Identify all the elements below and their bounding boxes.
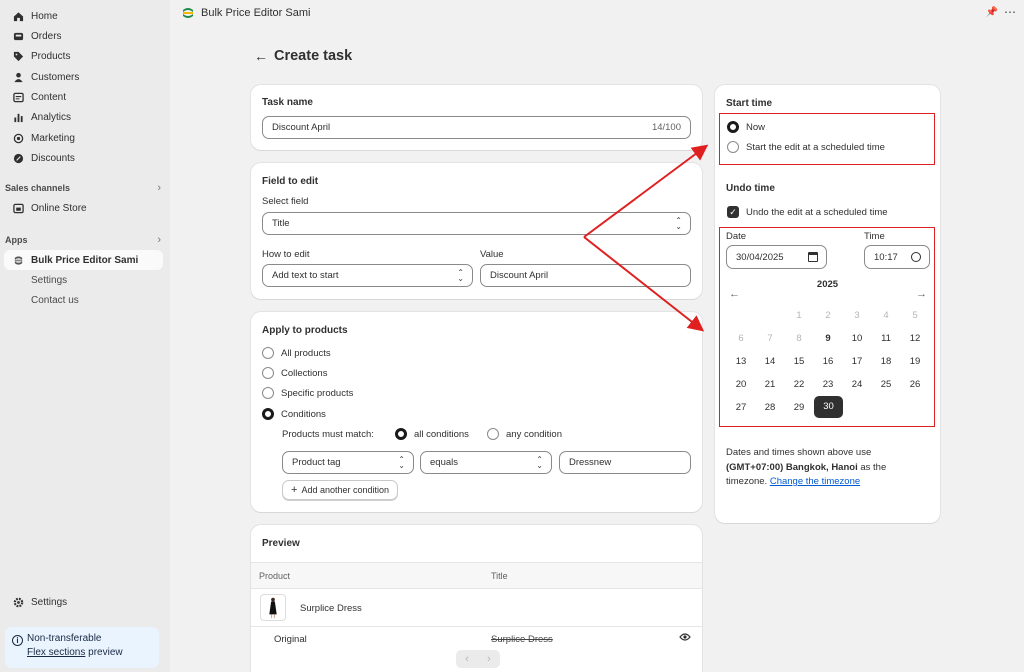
- chevron-right-icon: ›: [157, 182, 161, 194]
- app-logo-icon: [13, 255, 24, 266]
- sidebar-item-label: Settings: [31, 274, 68, 286]
- annotation-arrows: [583, 144, 709, 332]
- arrow-to-start-time: [583, 144, 709, 238]
- flex-sections-link[interactable]: Flex sections: [27, 647, 85, 658]
- sidebar-item-app[interactable]: Bulk Price Editor Sami: [4, 250, 163, 270]
- app-title: Bulk Price Editor Sami: [201, 7, 311, 19]
- apps-heading[interactable]: Apps ›: [5, 234, 161, 246]
- orders-icon: [13, 31, 24, 42]
- content-icon: [13, 92, 24, 103]
- sidebar-item-label: Products: [31, 50, 71, 62]
- chevron-right-icon: ›: [157, 234, 161, 246]
- target-icon: [13, 133, 24, 144]
- sidebar-item-label: Home: [31, 10, 58, 22]
- non-transferable-notice: i Non-transferable Flex sections preview: [5, 627, 159, 668]
- sidebar-item-settings[interactable]: Settings: [4, 592, 163, 612]
- notice-suffix: preview: [85, 647, 123, 658]
- sidebar-item-products[interactable]: Products: [4, 46, 163, 66]
- tag-icon: [13, 51, 24, 62]
- more-options-icon[interactable]: ⋯: [1004, 5, 1016, 19]
- section-label: Apps: [5, 235, 28, 245]
- home-icon: [13, 11, 24, 22]
- sidebar: Home Orders Products Customers Content A…: [0, 0, 170, 672]
- sidebar-item-label: Online Store: [31, 202, 87, 214]
- sidebar-item-label: Customers: [31, 71, 80, 83]
- notice-body: Flex sections preview: [27, 647, 151, 658]
- app-logo-icon: [183, 8, 193, 18]
- gear-icon: [13, 597, 24, 608]
- sidebar-item-label: Settings: [31, 596, 68, 608]
- sidebar-item-label: Discounts: [31, 152, 75, 164]
- sidebar-item-online-store[interactable]: Online Store: [4, 198, 163, 218]
- discount-icon: [13, 153, 24, 164]
- sidebar-item-label: Bulk Price Editor Sami: [31, 254, 139, 266]
- section-label: Sales channels: [5, 183, 71, 193]
- sidebar-item-label: Analytics: [31, 111, 72, 123]
- app-topbar: Bulk Price Editor Sami: [170, 0, 1024, 26]
- sidebar-item-home[interactable]: Home: [4, 6, 163, 26]
- pin-icon[interactable]: 📌: [986, 7, 998, 18]
- main-content: ← Create task Task name Discount April 1…: [170, 26, 1024, 672]
- sidebar-item-label: Contact us: [31, 294, 79, 306]
- sidebar-item-label: Orders: [31, 30, 62, 42]
- sidebar-item-orders[interactable]: Orders: [4, 26, 163, 46]
- sidebar-item-label: Marketing: [31, 132, 75, 144]
- sales-channels-heading[interactable]: Sales channels ›: [5, 182, 161, 194]
- store-icon: [13, 203, 24, 214]
- bar-chart-icon: [13, 112, 24, 123]
- person-icon: [13, 72, 24, 83]
- notice-title: Non-transferable: [27, 633, 102, 644]
- sidebar-item-label: Content: [31, 91, 67, 103]
- sidebar-item-discounts[interactable]: Discounts: [4, 148, 163, 168]
- sidebar-item-content[interactable]: Content: [4, 87, 163, 107]
- sidebar-item-customers[interactable]: Customers: [4, 67, 163, 87]
- info-icon: i: [12, 635, 23, 646]
- arrow-to-undo-date: [583, 236, 705, 332]
- sidebar-item-analytics[interactable]: Analytics: [4, 107, 163, 127]
- sidebar-item-app-settings[interactable]: Settings: [4, 270, 163, 290]
- sidebar-item-marketing[interactable]: Marketing: [4, 128, 163, 148]
- sidebar-item-contact-us[interactable]: Contact us: [4, 290, 163, 310]
